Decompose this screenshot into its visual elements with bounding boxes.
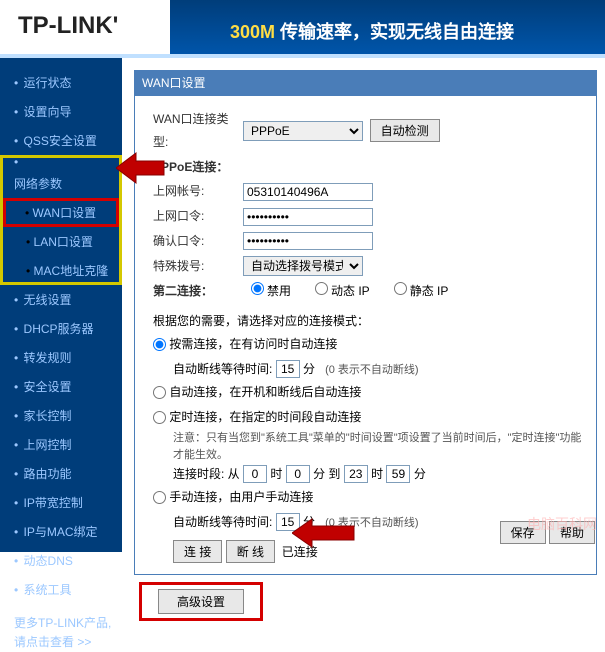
need-label: 根据您的需要，请选择对应的连接模式： [153,310,586,333]
second-static-radio[interactable] [394,282,407,295]
idle-note: (0 表示不自动断线) [325,364,419,376]
wan-type-select[interactable]: PPPoE [243,121,363,141]
time-to-m[interactable] [386,465,410,483]
pppoe-label: PPPoE连接： [153,156,243,179]
sidebar-item-ddns[interactable]: 动态DNS [0,546,122,575]
sidebar-item-wizard[interactable]: 设置向导 [0,97,122,126]
panel-title: WAN口设置 [134,70,597,95]
arrow-annotation-1 [116,148,166,188]
confirm-input[interactable] [243,232,373,250]
mode-manual-label: 手动连接，由用户手动连接 [169,486,313,509]
mode-timed-note: 注意：只有当您到"系统工具"菜单的"时间设置"项设置了当前时间后，"定时连接"功… [173,430,586,463]
sidebar-item-lan[interactable]: LAN口设置 [34,235,93,249]
sidebar-item-network[interactable]: 网络参数 [14,177,62,191]
wan-type-label: WAN口连接类型: [153,108,243,154]
special-label: 特殊拨号: [153,255,243,278]
sidebar-item-forward[interactable]: 转发规则 [0,343,122,372]
mode-auto-radio[interactable] [153,386,166,399]
sidebar-item-wireless[interactable]: 无线设置 [0,285,122,314]
second-disable-radio[interactable] [251,282,264,295]
mode-demand-radio[interactable] [153,338,166,351]
user-label: 上网帐号: [153,180,243,203]
sidebar-item-system[interactable]: 系统工具 [0,575,122,604]
sidebar-more[interactable]: 更多TP-LINK产品, 请点击查看 >> [0,604,122,652]
sidebar-item-bandwidth[interactable]: IP带宽控制 [0,488,122,517]
advanced-button[interactable]: 高级设置 [158,589,244,614]
second-dynamic-radio[interactable] [315,282,328,295]
mode-auto-label: 自动连接，在开机和断线后自动连接 [169,381,361,404]
banner-text: 传输速率，实现无线自由连接 [275,22,514,42]
banner-speed: 300M [230,22,275,42]
second-label: 第二连接： [153,280,243,303]
banner: 300M 传输速率，实现无线自由连接 [170,0,605,54]
sidebar-item-parental[interactable]: 家长控制 [0,401,122,430]
connect-button[interactable]: 连 接 [173,540,222,563]
arrow-annotation-2 [292,516,356,550]
sidebar-item-wan[interactable]: WAN口设置 [33,206,97,220]
user-input[interactable] [243,183,373,201]
sidebar-item-qss[interactable]: QSS安全设置 [0,126,122,155]
sidebar-item-routing[interactable]: 路由功能 [0,459,122,488]
mode-manual-radio[interactable] [153,491,166,504]
sidebar: 运行状态 设置向导 QSS安全设置 网络参数 • WAN口设置 • LAN口设置… [0,58,122,552]
mode-demand-label: 按需连接，在有访问时自动连接 [169,333,337,356]
header: TP-LINK' 300M 传输速率，实现无线自由连接 [0,0,605,58]
help-button[interactable]: 帮助 [549,521,595,544]
auto-detect-button[interactable]: 自动检测 [370,119,440,142]
main-panel: WAN口设置 WAN口连接类型: PPPoE 自动检测 PPPoE连接： 上网帐… [122,58,605,552]
mode-timed-radio[interactable] [153,411,166,424]
sidebar-item-dhcp[interactable]: DHCP服务器 [0,314,122,343]
pass-input[interactable] [243,208,373,226]
logo-area: TP-LINK' [0,0,170,54]
sidebar-group-network: 网络参数 • WAN口设置 • LAN口设置 • MAC地址克隆 [0,155,122,285]
sidebar-item-access[interactable]: 上网控制 [0,430,122,459]
disconnect-button[interactable]: 断 线 [226,540,275,563]
sidebar-item-mac[interactable]: MAC地址克隆 [34,264,109,278]
logo-text: TP-LINK' [18,12,118,39]
time-from-h[interactable] [243,465,267,483]
mode-timed-label: 定时连接，在指定的时间段自动连接 [169,406,361,429]
sidebar-item-ipmac[interactable]: IP与MAC绑定 [0,517,122,546]
save-button[interactable]: 保存 [500,521,546,544]
sidebar-item-status[interactable]: 运行状态 [0,68,122,97]
pass-label: 上网口令: [153,205,243,228]
idle-label: 自动断线等待时间: [173,362,272,376]
sidebar-item-security[interactable]: 安全设置 [0,372,122,401]
time-to-h[interactable] [344,465,368,483]
time-from-m[interactable] [286,465,310,483]
special-select[interactable]: 自动选择拨号模式 [243,256,363,276]
confirm-label: 确认口令: [153,230,243,253]
idle-input[interactable] [276,360,300,378]
